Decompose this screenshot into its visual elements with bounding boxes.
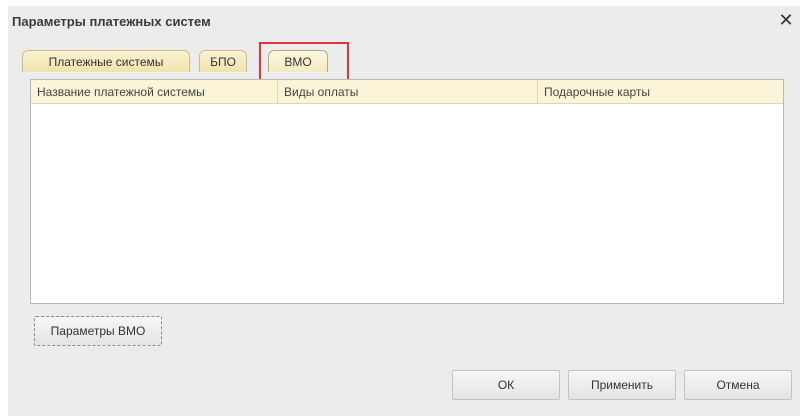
apply-button[interactable]: Применить bbox=[568, 370, 676, 400]
title-bar: Параметры платежных систем ✕ bbox=[8, 6, 800, 36]
column-header-gift-cards[interactable]: Подарочные карты bbox=[538, 80, 783, 104]
ok-button[interactable]: ОК bbox=[452, 370, 560, 400]
tab-vmo[interactable]: ВМО bbox=[268, 50, 328, 72]
table-header: Название платежной системы Виды оплаты П… bbox=[31, 80, 783, 104]
column-header-payment-types[interactable]: Виды оплаты bbox=[278, 80, 538, 104]
cancel-button[interactable]: Отмена bbox=[684, 370, 792, 400]
table-body[interactable] bbox=[31, 104, 783, 303]
payment-systems-table: Название платежной системы Виды оплаты П… bbox=[30, 79, 784, 304]
dialog-title: Параметры платежных систем bbox=[12, 14, 211, 29]
vmo-params-button[interactable]: Параметры ВМО bbox=[34, 316, 162, 346]
column-header-name[interactable]: Название платежной системы bbox=[31, 80, 278, 104]
dialog-window: Параметры платежных систем ✕ Платежные с… bbox=[8, 6, 800, 416]
tab-payment-systems[interactable]: Платежные системы bbox=[22, 50, 190, 72]
tab-bpo[interactable]: БПО bbox=[199, 50, 247, 72]
close-icon[interactable]: ✕ bbox=[776, 10, 796, 30]
